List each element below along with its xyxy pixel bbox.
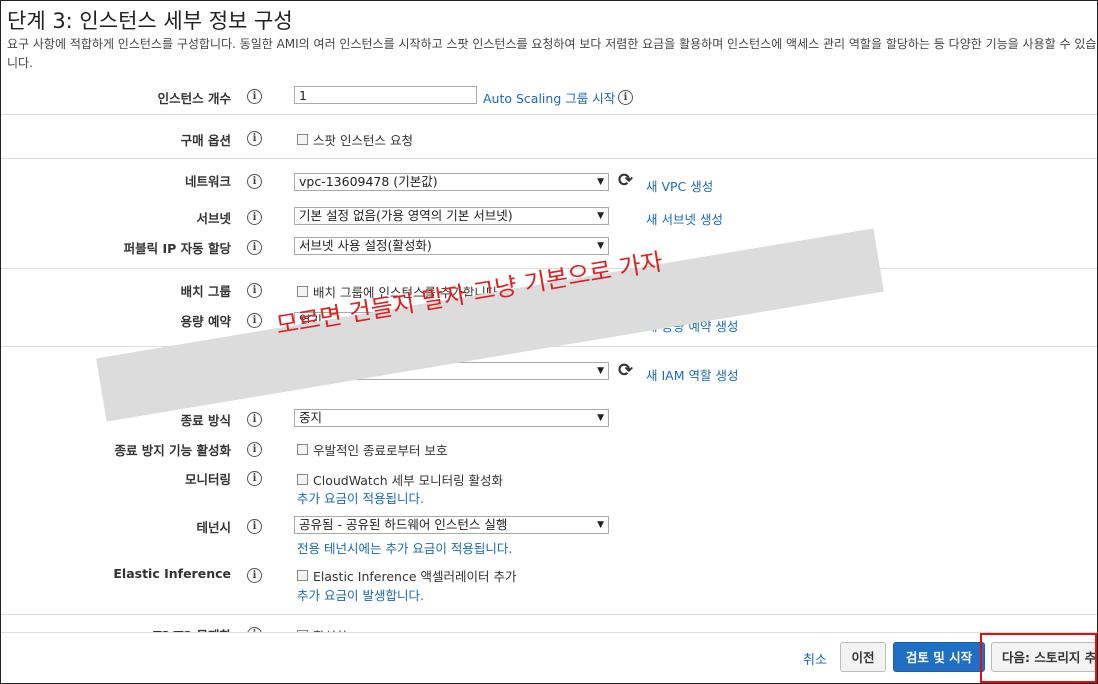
tenancy-info-icon[interactable]: i	[247, 519, 262, 534]
spot-request-label: 스팟 인스턴스 요청	[313, 133, 413, 148]
termination-label: 종료 방지 기능 활성화	[114, 443, 231, 458]
auto-scaling-link[interactable]: Auto Scaling 그룹 시작	[483, 88, 615, 107]
create-vpc-link[interactable]: 새 VPC 생성	[646, 176, 713, 195]
checkbox-box[interactable]	[297, 286, 308, 297]
capacity-info-icon[interactable]: i	[247, 313, 262, 328]
wizard-footer: 취소 이전 검토 및 시작 다음: 스토리지 추가	[1, 632, 1097, 683]
tenancy-value: 공유됨 - 공유된 하드웨어 인스턴스 실행	[299, 517, 508, 532]
shutdown-select[interactable]: 중지 ▼	[294, 409, 609, 427]
chevron-down-icon: ▼	[597, 177, 604, 187]
page-title: 단계 3: 인스턴스 세부 정보 구성	[7, 9, 293, 33]
auto-scaling-info-icon[interactable]: i	[618, 90, 633, 105]
checkbox-box[interactable]	[297, 570, 308, 581]
subnet-value: 기본 설정 없음(가용 영역의 기본 서브넷)	[299, 208, 513, 223]
previous-button[interactable]: 이전	[840, 642, 886, 672]
checkbox-box[interactable]	[297, 474, 308, 485]
subnet-info-icon[interactable]: i	[247, 210, 262, 225]
shutdown-value: 중지	[299, 410, 323, 425]
highlight-box	[980, 633, 1097, 683]
chevron-down-icon: ▼	[597, 520, 604, 530]
monitoring-label: 모니터링	[184, 472, 231, 487]
page-description: 요구 사항에 적합하게 인스턴스를 구성합니다. 동일한 AMI의 여러 인스턴…	[7, 37, 1097, 70]
count-label: 인스턴스 개수	[157, 91, 231, 106]
shutdown-info-icon[interactable]: i	[247, 412, 262, 427]
network-select[interactable]: vpc-13609478 (기본값) ▼	[294, 173, 609, 191]
termination-protection-checkbox[interactable]: 우발적인 종료로부터 보호	[297, 440, 447, 459]
tenancy-note-link[interactable]: 전용 테넌시에는 추가 요금이 적용됩니다.	[297, 538, 512, 557]
monitoring-info-icon[interactable]: i	[247, 471, 262, 486]
termination-info-icon[interactable]: i	[247, 442, 262, 457]
public-ip-label: 퍼블릭 IP 자동 할당	[123, 241, 231, 256]
divider	[1, 114, 1097, 115]
monitoring-text: CloudWatch 세부 모니터링 활성화	[313, 473, 504, 488]
divider	[1, 614, 1097, 615]
inference-checkbox[interactable]: Elastic Inference 액셀러레이터 추가	[297, 566, 516, 585]
network-info-icon[interactable]: i	[247, 174, 262, 189]
create-subnet-link[interactable]: 새 서브넷 생성	[646, 209, 723, 228]
checkbox-box[interactable]	[297, 444, 308, 455]
network-value: vpc-13609478 (기본값)	[299, 174, 438, 189]
chevron-down-icon: ▼	[597, 413, 604, 423]
termination-protection-text: 우발적인 종료로부터 보호	[313, 443, 448, 458]
checkbox-box[interactable]	[297, 134, 308, 145]
network-refresh-icon[interactable]: ⟳	[618, 172, 633, 190]
create-iam-role-link[interactable]: 새 IAM 역할 생성	[646, 365, 738, 384]
chevron-down-icon: ▼	[597, 211, 604, 221]
subnet-label: 서브넷	[196, 211, 231, 226]
tenancy-select[interactable]: 공유됨 - 공유된 하드웨어 인스턴스 실행 ▼	[294, 516, 609, 534]
monitoring-note-link[interactable]: 추가 요금이 적용됩니다.	[297, 488, 424, 507]
inference-text: Elastic Inference 액셀러레이터 추가	[313, 569, 517, 584]
spot-request-checkbox[interactable]: 스팟 인스턴스 요청	[297, 130, 413, 149]
capacity-label: 용량 예약	[180, 314, 231, 329]
subnet-select[interactable]: 기본 설정 없음(가용 영역의 기본 서브넷) ▼	[294, 207, 609, 225]
iam-refresh-icon[interactable]: ⟳	[618, 362, 633, 380]
tenancy-label: 테넌시	[196, 520, 231, 535]
review-launch-button[interactable]: 검토 및 시작	[893, 642, 985, 672]
divider	[1, 158, 1097, 159]
placement-info-icon[interactable]: i	[247, 283, 262, 298]
inference-label: Elastic Inference	[113, 566, 231, 581]
public-ip-select[interactable]: 서브넷 사용 설정(활성화) ▼	[294, 237, 609, 255]
purchase-info-icon[interactable]: i	[247, 131, 262, 146]
count-info-icon[interactable]: i	[247, 89, 262, 104]
shutdown-label: 종료 방식	[180, 413, 231, 428]
instance-count-input[interactable]: 1	[294, 86, 477, 104]
instance-config-page: 단계 3: 인스턴스 세부 정보 구성 요구 사항에 적합하게 인스턴스를 구성…	[0, 0, 1098, 684]
cancel-button[interactable]: 취소	[803, 649, 827, 668]
inference-note-link[interactable]: 추가 요금이 발생합니다.	[297, 585, 424, 604]
public-ip-value: 서브넷 사용 설정(활성화)	[299, 238, 432, 253]
public-ip-info-icon[interactable]: i	[247, 240, 262, 255]
inference-info-icon[interactable]: i	[247, 568, 262, 583]
purchase-label: 구매 옵션	[180, 133, 231, 148]
placement-label: 배치 그룹	[180, 284, 231, 299]
monitoring-checkbox[interactable]: CloudWatch 세부 모니터링 활성화	[297, 470, 503, 489]
network-label: 네트워크	[184, 174, 231, 189]
chevron-down-icon: ▼	[597, 366, 604, 376]
